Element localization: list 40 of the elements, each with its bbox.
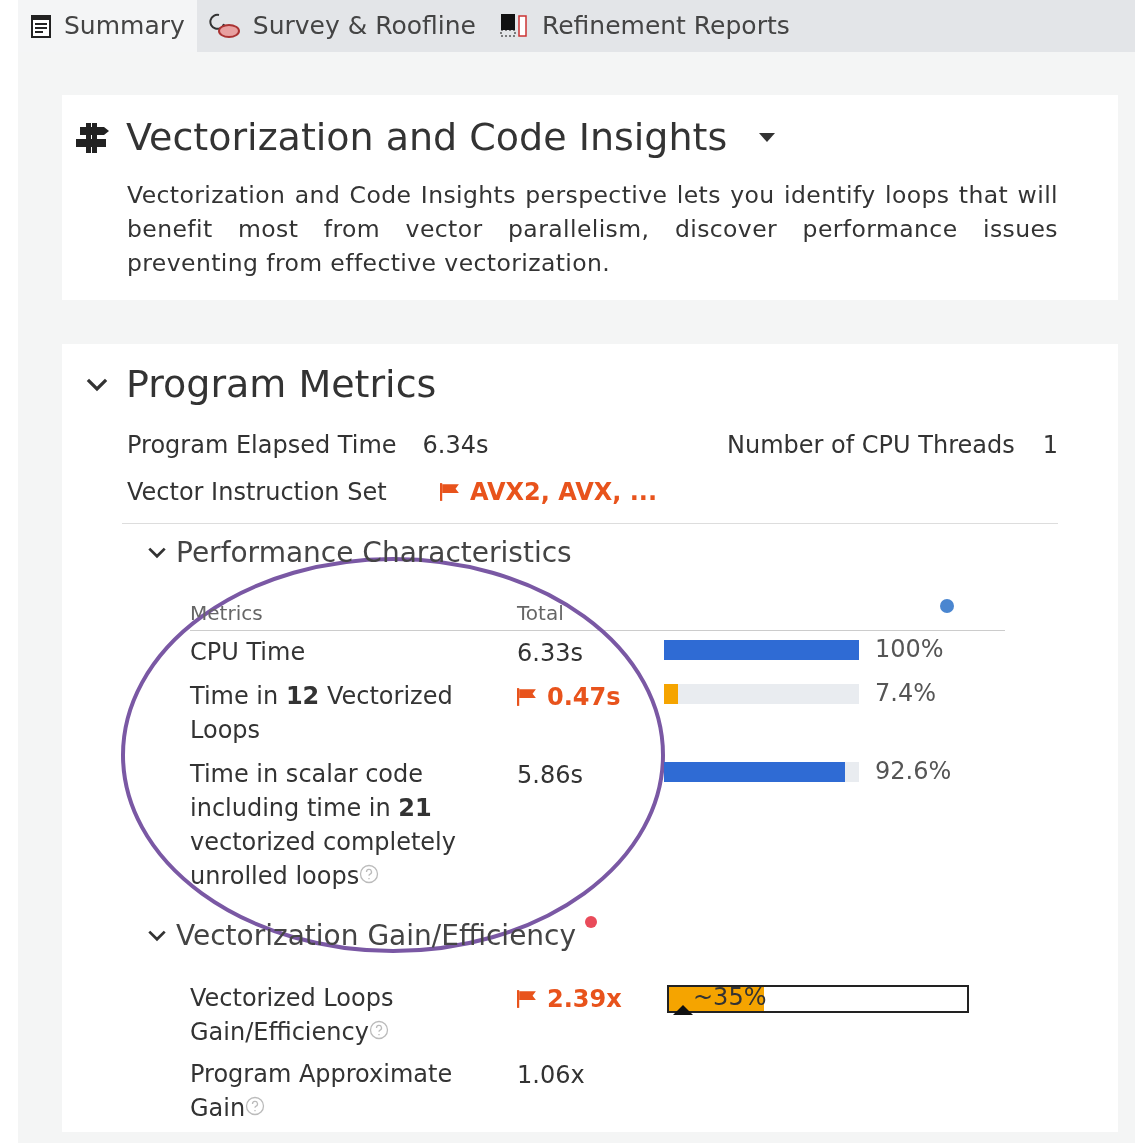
section-title: Program Metrics — [126, 361, 437, 408]
flag-icon — [440, 482, 460, 501]
metric-label: Vectorized Loops Gain/Efficiency — [190, 984, 394, 1046]
signpost-icon — [76, 120, 110, 155]
field-value: AVX2, AVX, ... — [470, 476, 658, 508]
percent-text: 100% — [875, 635, 944, 663]
metric-label: Time in 12 Vectorized Loops — [190, 682, 453, 744]
metric-label: Program Approximate Gain — [190, 1060, 453, 1122]
description-text: Vectorization and Code Insights perspective lets you identify loops that will benefit most from vector parallelism, discover performance issues preventing from effective vectorization. — [127, 180, 1058, 279]
field-label: Number of CPU Threads — [727, 429, 1015, 461]
tab[interactable]: Survey & Roofline — [196, 0, 488, 52]
percent-text: 92.6% — [875, 757, 952, 785]
field-label: Program Elapsed Time — [127, 429, 397, 461]
metric-value: 2.39x — [547, 984, 622, 1015]
flag-icon — [517, 990, 537, 1008]
section-title: Vectorization and Code Insights — [126, 114, 728, 161]
metric-label: CPU Time — [190, 638, 306, 666]
metric-value: 0.47s — [547, 682, 621, 713]
flag-icon — [517, 688, 537, 706]
percent-text: 7.4% — [875, 679, 936, 707]
tab[interactable]: Refinement Reports — [487, 0, 802, 52]
info-icon[interactable] — [939, 598, 955, 614]
caret-icon[interactable] — [759, 132, 776, 143]
help-icon — [368, 1020, 389, 1040]
help-icon — [359, 864, 380, 884]
metric-value: 6.33s — [517, 639, 583, 667]
notepad-icon — [30, 13, 52, 39]
metric-label: Time in scalar code including time in 21 vectorized completely unrolled loops — [190, 760, 456, 890]
subsection-title: Performance Characteristics — [176, 535, 572, 571]
metric-value: 1.06x — [517, 1061, 585, 1089]
field-value: 1 — [1042, 429, 1058, 461]
marker-icon — [673, 1005, 693, 1015]
field-value: 6.34s — [422, 429, 490, 461]
report-icon — [499, 12, 530, 40]
column-header: Total — [517, 601, 564, 625]
metric-value: 5.86s — [517, 761, 583, 789]
tab[interactable]: Summary — [18, 0, 197, 52]
help-icon — [245, 1096, 266, 1116]
field-label: Vector Instruction Set — [127, 476, 388, 508]
loop-icon — [208, 12, 241, 40]
